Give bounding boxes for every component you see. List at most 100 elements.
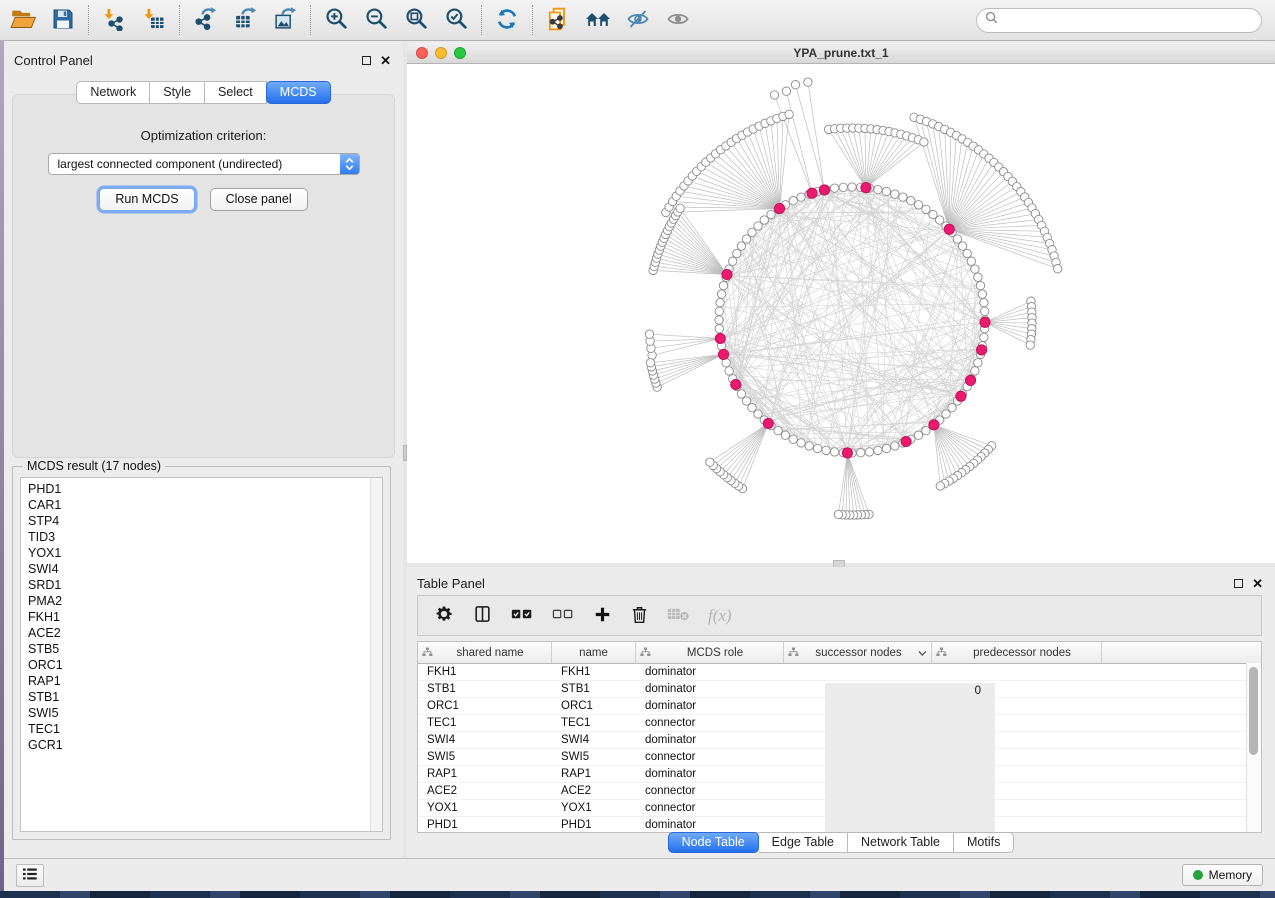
home-network-button[interactable] xyxy=(583,5,613,35)
export-image-button[interactable] xyxy=(270,5,300,35)
cell-shared-name[interactable]: ACE2 xyxy=(418,783,552,799)
network-canvas[interactable] xyxy=(407,64,1275,563)
cell-name[interactable]: TEC1 xyxy=(552,715,636,731)
column-header-name[interactable]: name xyxy=(552,642,636,663)
hide-elements-button[interactable] xyxy=(623,5,653,35)
close-control-panel-icon[interactable]: ✕ xyxy=(380,54,391,67)
cell-shared-name[interactable]: TEC1 xyxy=(418,715,552,731)
minimize-window-button[interactable] xyxy=(435,47,447,59)
result-node-item[interactable]: CAR1 xyxy=(28,497,382,513)
cell-MCDS-role[interactable]: connector xyxy=(636,783,784,799)
column-header-predecessor-nodes[interactable]: predecessor nodes xyxy=(932,642,1102,663)
zoom-in-button[interactable] xyxy=(321,5,351,35)
save-session-button[interactable] xyxy=(48,5,78,35)
cell-name[interactable]: FKH1 xyxy=(552,664,636,680)
refresh-layout-button[interactable] xyxy=(492,5,522,35)
cell-name[interactable]: PHD1 xyxy=(552,817,636,833)
cell-MCDS-role[interactable]: connector xyxy=(636,800,784,816)
cell-shared-name[interactable]: RAP1 xyxy=(418,766,552,782)
cell-MCDS-role[interactable]: dominator xyxy=(636,681,784,697)
result-list-scrollbar[interactable] xyxy=(370,478,382,831)
cell-name[interactable]: RAP1 xyxy=(552,766,636,782)
cell-MCDS-role[interactable]: dominator xyxy=(636,766,784,782)
column-header-MCDS-role[interactable]: MCDS role xyxy=(636,642,784,663)
result-node-item[interactable]: SWI4 xyxy=(28,561,382,577)
tab-select[interactable]: Select xyxy=(205,81,267,104)
close-table-panel-icon[interactable]: ✕ xyxy=(1252,577,1263,590)
cell-MCDS-role[interactable]: connector xyxy=(636,749,784,765)
cell-shared-name[interactable]: SWI4 xyxy=(418,732,552,748)
cell-shared-name[interactable]: SWI5 xyxy=(418,749,552,765)
table-row[interactable]: FKH1FKH1dominator962 xyxy=(418,664,1261,681)
select-all-checkbox-button[interactable] xyxy=(511,603,533,629)
result-node-item[interactable]: RAP1 xyxy=(28,673,382,689)
cell-MCDS-role[interactable]: dominator xyxy=(636,817,784,833)
zoom-window-button[interactable] xyxy=(454,47,466,59)
float-table-panel-icon[interactable] xyxy=(1234,579,1243,588)
cell-name[interactable]: ACE2 xyxy=(552,783,636,799)
close-window-button[interactable] xyxy=(416,47,428,59)
show-elements-button[interactable] xyxy=(663,5,693,35)
result-node-item[interactable]: PMA2 xyxy=(28,593,382,609)
tab-style[interactable]: Style xyxy=(150,81,205,104)
cell-MCDS-role[interactable]: dominator xyxy=(636,732,784,748)
search-input[interactable] xyxy=(1003,12,1253,28)
result-node-item[interactable]: TEC1 xyxy=(28,721,382,737)
export-network-button[interactable] xyxy=(190,5,220,35)
panel-list-button[interactable] xyxy=(16,864,44,887)
cell-name[interactable]: SWI4 xyxy=(552,732,636,748)
result-node-item[interactable]: ORC1 xyxy=(28,657,382,673)
import-table-button[interactable] xyxy=(139,5,169,35)
export-document-button[interactable] xyxy=(543,5,573,35)
cell-name[interactable]: SWI5 xyxy=(552,749,636,765)
cell-name[interactable]: YOX1 xyxy=(552,800,636,816)
cell-shared-name[interactable]: STB1 xyxy=(418,681,552,697)
column-header-shared-name[interactable]: shared name xyxy=(418,642,552,663)
cell-shared-name[interactable]: ORC1 xyxy=(418,698,552,714)
memory-button[interactable]: Memory xyxy=(1182,864,1263,886)
result-node-item[interactable]: STP4 xyxy=(28,513,382,529)
column-header-successor-nodes[interactable]: successor nodes xyxy=(784,642,932,663)
import-network-button[interactable] xyxy=(99,5,129,35)
result-node-item[interactable]: YOX1 xyxy=(28,545,382,561)
cell-predecessor-nodes[interactable]: 0 xyxy=(825,683,995,833)
float-control-panel-icon[interactable] xyxy=(362,56,371,65)
result-node-item[interactable]: STB5 xyxy=(28,641,382,657)
deselect-all-checkbox-button[interactable] xyxy=(552,603,574,629)
mcds-result-list[interactable]: PHD1CAR1STP4TID3YOX1SWI4SRD1PMA2FKH1ACE2… xyxy=(20,477,383,832)
close-panel-button[interactable]: Close panel xyxy=(210,188,308,211)
zoom-fit-button[interactable] xyxy=(401,5,431,35)
delete-column-button[interactable] xyxy=(631,603,648,629)
criterion-dropdown[interactable]: largest connected component (undirected) xyxy=(48,153,360,175)
result-node-item[interactable]: TID3 xyxy=(28,529,382,545)
cell-MCDS-role[interactable]: connector xyxy=(636,715,784,731)
result-node-item[interactable]: SRD1 xyxy=(28,577,382,593)
tab-node-table[interactable]: Node Table xyxy=(668,832,759,853)
tab-edge-table[interactable]: Edge Table xyxy=(759,832,848,853)
cell-name[interactable]: STB1 xyxy=(552,681,636,697)
result-node-item[interactable]: SWI5 xyxy=(28,705,382,721)
cell-shared-name[interactable]: FKH1 xyxy=(418,664,552,680)
tab-network-table[interactable]: Network Table xyxy=(848,832,954,853)
zoom-selected-button[interactable] xyxy=(441,5,471,35)
cell-name[interactable]: ORC1 xyxy=(552,698,636,714)
table-scrollbar-thumb[interactable] xyxy=(1249,667,1258,755)
tab-network[interactable]: Network xyxy=(76,81,150,104)
result-node-item[interactable]: PHD1 xyxy=(28,481,382,497)
tab-motifs[interactable]: Motifs xyxy=(954,832,1014,853)
cell-shared-name[interactable]: PHD1 xyxy=(418,817,552,833)
cell-MCDS-role[interactable]: dominator xyxy=(636,664,784,680)
table-row[interactable]: PHD1PHD1dominator180 xyxy=(418,817,1261,833)
search-box[interactable] xyxy=(976,8,1262,33)
open-session-button[interactable] xyxy=(8,5,38,35)
result-node-item[interactable]: FKH1 xyxy=(28,609,382,625)
result-node-item[interactable]: STB1 xyxy=(28,689,382,705)
column-layout-button[interactable] xyxy=(473,603,492,629)
table-scrollbar[interactable] xyxy=(1246,663,1261,832)
network-window-titlebar[interactable]: YPA_prune.txt_1 xyxy=(407,43,1275,64)
export-table-button[interactable] xyxy=(230,5,260,35)
add-column-button[interactable] xyxy=(593,603,612,629)
result-node-item[interactable]: ACE2 xyxy=(28,625,382,641)
zoom-out-button[interactable] xyxy=(361,5,391,35)
cell-shared-name[interactable]: YOX1 xyxy=(418,800,552,816)
